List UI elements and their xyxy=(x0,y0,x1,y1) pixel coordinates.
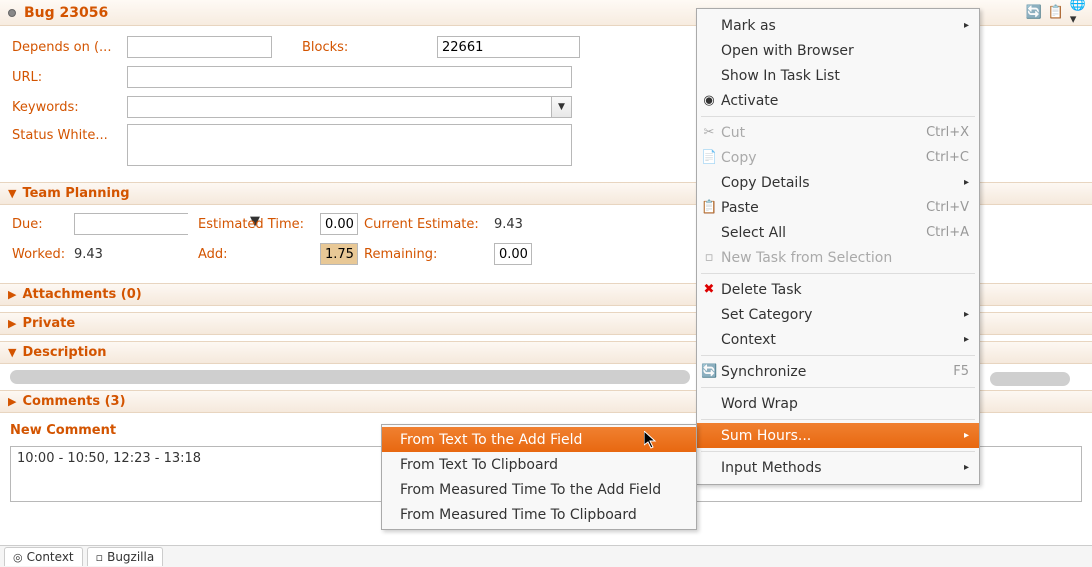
submenu-text-to-clipboard[interactable]: From Text To Clipboard xyxy=(382,452,696,477)
submenu-measured-to-add[interactable]: From Measured Time To the Add Field xyxy=(382,477,696,502)
bug-bullet-icon xyxy=(8,9,16,17)
remaining-input[interactable] xyxy=(494,243,532,265)
menu-sum-hours[interactable]: Sum Hours...▸ xyxy=(697,423,979,448)
redacted-description xyxy=(10,370,690,384)
keywords-input[interactable] xyxy=(128,97,551,117)
current-estimate-label: Current Estimate: xyxy=(364,217,494,232)
menu-delete-task[interactable]: ✖Delete Task xyxy=(697,277,979,302)
due-date-input[interactable]: ▼ xyxy=(74,213,188,235)
menu-activate[interactable]: ◉Activate xyxy=(697,88,979,113)
menu-mark-as[interactable]: Mark as▸ xyxy=(697,13,979,38)
paste-icon: 📋 xyxy=(701,200,717,215)
keywords-combo[interactable]: ▼ xyxy=(127,96,572,118)
chevron-down-icon[interactable]: ▼ xyxy=(551,97,571,117)
worked-value: 9.43 xyxy=(74,247,198,262)
redacted-right xyxy=(990,372,1070,386)
menu-separator xyxy=(701,387,975,388)
depends-on-input[interactable] xyxy=(127,36,272,58)
submenu-text-to-add[interactable]: From Text To the Add Field xyxy=(382,427,696,452)
blocks-input[interactable] xyxy=(437,36,580,58)
expand-icon: ▶ xyxy=(8,395,16,408)
worked-label: Worked: xyxy=(12,247,74,262)
new-task-icon: ▫ xyxy=(701,250,717,265)
menu-new-task[interactable]: ▫New Task from Selection xyxy=(697,245,979,270)
url-input[interactable] xyxy=(127,66,572,88)
menu-show-task-list[interactable]: Show In Task List xyxy=(697,63,979,88)
menu-cut[interactable]: ✂CutCtrl+X xyxy=(697,120,979,145)
add-label: Add: xyxy=(198,247,320,262)
page-title: Bug 23056 xyxy=(24,5,108,21)
submenu-measured-to-clipboard[interactable]: From Measured Time To Clipboard xyxy=(382,502,696,527)
menu-select-all[interactable]: Select AllCtrl+A xyxy=(697,220,979,245)
activate-icon: ◉ xyxy=(701,93,717,108)
sync-icon[interactable]: 🔄 xyxy=(1026,4,1042,20)
tab-context[interactable]: ◎Context xyxy=(4,547,83,566)
add-input[interactable] xyxy=(320,243,358,265)
collapse-icon: ▼ xyxy=(8,187,16,200)
menu-paste[interactable]: 📋PasteCtrl+V xyxy=(697,195,979,220)
url-label: URL: xyxy=(12,70,127,85)
copy-icon: 📄 xyxy=(701,150,717,165)
estimated-time-input[interactable] xyxy=(320,213,358,235)
tab-bugzilla[interactable]: ▫Bugzilla xyxy=(87,547,164,566)
collapse-icon: ▼ xyxy=(8,346,16,359)
expand-icon: ▶ xyxy=(8,288,16,301)
delete-icon: ✖ xyxy=(701,282,717,297)
world-icon[interactable]: 🌐▾ xyxy=(1070,4,1086,20)
bottom-tabs: ◎Context ▫Bugzilla xyxy=(0,545,1092,567)
remaining-label: Remaining: xyxy=(364,247,494,262)
menu-separator xyxy=(701,355,975,356)
estimated-time-label: Estimated Time: xyxy=(198,217,320,232)
bugzilla-tab-icon: ▫ xyxy=(96,551,103,564)
menu-context[interactable]: Context▸ xyxy=(697,327,979,352)
menu-word-wrap[interactable]: Word Wrap xyxy=(697,391,979,416)
menu-set-category[interactable]: Set Category▸ xyxy=(697,302,979,327)
due-label: Due: xyxy=(12,217,74,232)
sum-hours-submenu: From Text To the Add Field From Text To … xyxy=(381,424,697,530)
cut-icon: ✂ xyxy=(701,125,717,140)
menu-separator xyxy=(701,451,975,452)
menu-input-methods[interactable]: Input Methods▸ xyxy=(697,455,979,480)
new-sub-icon[interactable]: 📋 xyxy=(1048,4,1064,20)
menu-copy-details[interactable]: Copy Details▸ xyxy=(697,170,979,195)
menu-separator xyxy=(701,273,975,274)
menu-copy[interactable]: 📄CopyCtrl+C xyxy=(697,145,979,170)
sync-icon: 🔄 xyxy=(701,364,717,379)
menu-synchronize[interactable]: 🔄SynchronizeF5 xyxy=(697,359,979,384)
menu-separator xyxy=(701,116,975,117)
current-estimate-value: 9.43 xyxy=(494,217,523,232)
keywords-label: Keywords: xyxy=(12,100,127,115)
expand-icon: ▶ xyxy=(8,317,16,330)
status-white-label: Status White... xyxy=(12,124,127,143)
menu-open-browser[interactable]: Open with Browser xyxy=(697,38,979,63)
context-tab-icon: ◎ xyxy=(13,551,23,564)
blocks-label: Blocks: xyxy=(302,40,437,55)
context-menu: Mark as▸ Open with Browser Show In Task … xyxy=(696,8,980,485)
menu-separator xyxy=(701,419,975,420)
status-white-input[interactable] xyxy=(127,124,572,166)
depends-on-label: Depends on (... xyxy=(12,40,127,55)
